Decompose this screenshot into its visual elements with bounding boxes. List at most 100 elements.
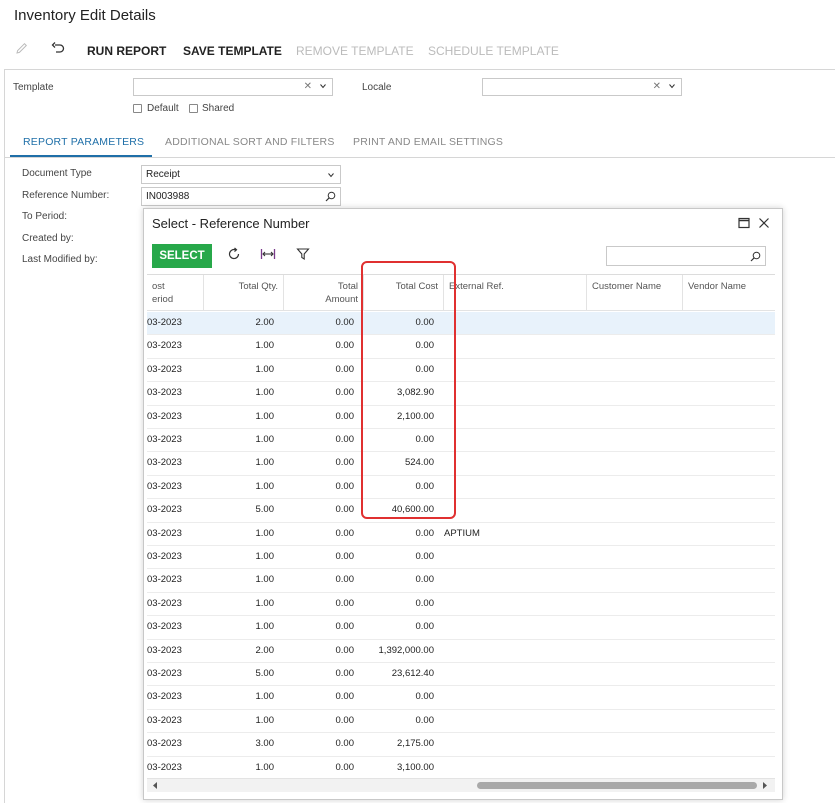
header-text: Total (337, 281, 358, 292)
dialog-search-input[interactable] (606, 246, 766, 266)
external-ref-cell (444, 312, 584, 334)
table-row[interactable]: 03-2023 1.00 0.00 2,100.00 (147, 406, 775, 429)
table-row[interactable]: 03-2023 5.00 0.00 23,612.40 (147, 663, 775, 687)
refresh-icon[interactable] (227, 247, 241, 261)
total-amount-cell: 0.00 (335, 387, 355, 399)
column-header-external-ref[interactable]: External Ref. (444, 275, 587, 311)
total-cost-cell: 0.00 (415, 551, 435, 562)
shared-checkbox[interactable] (189, 104, 198, 113)
total-qty-cell: 1.00 (255, 340, 275, 352)
period-cell: 03-2023 (147, 317, 182, 328)
period-cell: 03-2023 (147, 410, 182, 422)
column-header-total-amount[interactable]: Total Amount (284, 275, 364, 311)
external-ref-cell (444, 733, 584, 755)
scroll-right-icon[interactable] (761, 781, 769, 790)
close-icon[interactable] (758, 217, 770, 229)
reference-grid: ost eriod Total Qty. Total Amount Total … (147, 274, 775, 787)
last-modified-label: Last Modified by: (22, 254, 98, 265)
chevron-down-icon (320, 84, 326, 89)
total-qty-cell: 1.00 (255, 387, 275, 399)
active-tab-indicator (10, 155, 152, 157)
external-ref-cell (444, 359, 584, 381)
total-qty-cell: 1.00 (255, 574, 275, 586)
total-cost-cell: 0.00 (415, 527, 435, 539)
table-row[interactable]: 03-2023 1.00 0.00 0.00 (147, 546, 775, 570)
table-row[interactable]: 03-2023 1.00 0.00 524.00 (147, 452, 775, 476)
schedule-template-button[interactable]: SCHEDULE TEMPLATE (428, 44, 559, 58)
external-ref-cell: APTIUM (444, 527, 480, 539)
tab-print-email-settings[interactable]: PRINT AND EMAIL SETTINGS (353, 136, 503, 148)
external-ref-cell (444, 452, 584, 474)
total-qty-cell: 1.00 (255, 410, 275, 422)
table-row[interactable]: 03-2023 1.00 0.00 0.00 (147, 359, 775, 383)
pencil-icon[interactable] (14, 40, 30, 56)
table-row[interactable]: 03-2023 1.00 0.00 0.00 (147, 429, 775, 453)
table-row[interactable]: 03-2023 1.00 0.00 0.00 (147, 616, 775, 640)
run-report-button[interactable]: RUN REPORT (87, 44, 166, 58)
total-amount-cell: 0.00 (335, 738, 355, 750)
external-ref-cell (444, 757, 584, 779)
document-type-select[interactable]: Receipt (141, 165, 341, 184)
table-row[interactable]: 03-2023 1.00 0.00 3,100.00 (147, 757, 775, 780)
external-ref-cell (444, 663, 584, 685)
total-amount-cell: 0.00 (335, 668, 355, 679)
tab-report-parameters[interactable]: REPORT PARAMETERS (23, 136, 144, 148)
table-row[interactable]: 03-2023 1.00 0.00 0.00 (147, 710, 775, 734)
column-header-vendor-name[interactable]: Vendor Name (683, 275, 775, 311)
table-row[interactable]: 03-2023 1.00 0.00 3,082.90 (147, 382, 775, 406)
clear-icon[interactable]: ✕ (653, 81, 661, 92)
table-row[interactable]: 03-2023 2.00 0.00 0.00 (147, 312, 775, 336)
column-header-post-period[interactable]: ost eriod (147, 275, 204, 311)
template-select[interactable]: ✕ (133, 78, 333, 96)
horizontal-scrollbar[interactable] (147, 778, 775, 792)
remove-template-button[interactable]: REMOVE TEMPLATE (296, 44, 414, 58)
total-amount-cell: 0.00 (335, 691, 355, 703)
scrollbar-thumb[interactable] (477, 782, 757, 789)
total-amount-cell: 0.00 (335, 504, 355, 516)
filter-icon[interactable] (296, 247, 310, 261)
external-ref-cell (444, 429, 584, 451)
save-template-button[interactable]: SAVE TEMPLATE (183, 44, 282, 58)
scroll-left-icon[interactable] (151, 781, 159, 790)
clear-icon[interactable]: ✕ (304, 81, 312, 92)
tab-additional-sort-filters[interactable]: ADDITIONAL SORT AND FILTERS (165, 136, 335, 148)
fit-columns-icon[interactable] (260, 247, 276, 261)
column-header-customer-name[interactable]: Customer Name (587, 275, 683, 311)
column-header-total-qty[interactable]: Total Qty. (204, 275, 284, 311)
default-checkbox[interactable] (133, 104, 142, 113)
period-cell: 03-2023 (147, 714, 182, 726)
reference-number-input[interactable]: IN003988 (141, 187, 341, 206)
dialog-title: Select - Reference Number (152, 216, 310, 231)
total-cost-cell: 0.00 (415, 714, 435, 726)
document-type-label: Document Type (22, 168, 92, 179)
total-amount-cell: 0.00 (335, 363, 355, 375)
undo-icon[interactable] (50, 40, 66, 56)
locale-select[interactable]: ✕ (482, 78, 682, 96)
external-ref-cell (444, 710, 584, 732)
created-by-label: Created by: (22, 233, 74, 244)
table-row[interactable]: 03-2023 1.00 0.00 0.00 (147, 476, 775, 500)
total-cost-cell: 0.00 (415, 597, 435, 609)
table-row[interactable]: 03-2023 3.00 0.00 2,175.00 (147, 733, 775, 757)
select-button[interactable]: SELECT (152, 244, 212, 268)
header-text: eriod (152, 294, 174, 305)
search-icon[interactable] (325, 191, 336, 202)
table-row[interactable]: 03-2023 2.00 0.00 1,392,000.00 (147, 640, 775, 663)
table-row[interactable]: 03-2023 1.00 0.00 0.00 (147, 686, 775, 710)
total-cost-cell: 23,612.40 (391, 668, 434, 679)
external-ref-cell (444, 382, 584, 404)
locale-label: Locale (362, 82, 392, 93)
maximize-icon[interactable] (738, 217, 750, 229)
total-qty-cell: 1.00 (255, 714, 275, 726)
total-qty-cell: 1.00 (255, 621, 275, 633)
search-icon[interactable] (750, 251, 761, 262)
period-cell: 03-2023 (147, 691, 182, 703)
table-row[interactable]: 03-2023 1.00 0.00 0.00 (147, 593, 775, 617)
table-row[interactable]: 03-2023 1.00 0.00 0.00 APTIUM (147, 523, 775, 546)
total-amount-cell: 0.00 (335, 340, 355, 352)
period-cell: 03-2023 (147, 761, 182, 773)
table-row[interactable]: 03-2023 1.00 0.00 0.00 (147, 569, 775, 593)
total-cost-cell: 3,100.00 (397, 761, 434, 773)
table-row[interactable]: 03-2023 5.00 0.00 40,600.00 (147, 499, 775, 523)
table-row[interactable]: 03-2023 1.00 0.00 0.00 (147, 335, 775, 359)
